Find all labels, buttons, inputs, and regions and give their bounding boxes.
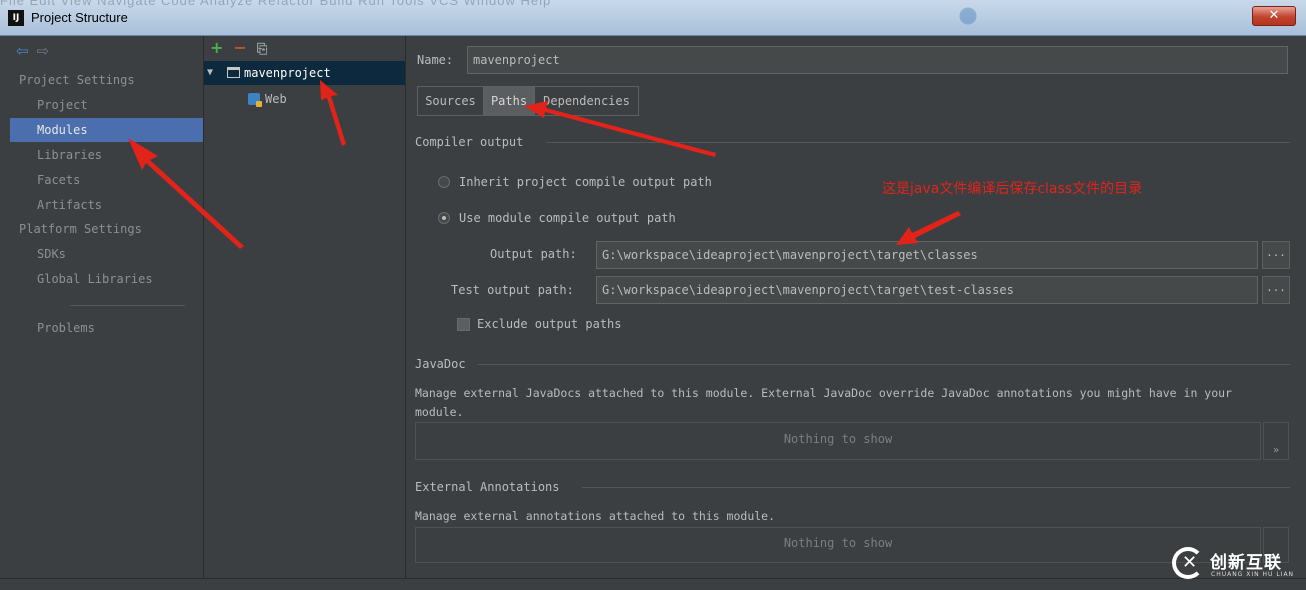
nav-item-facets[interactable]: Facets: [10, 168, 203, 192]
tree-item-mavenproject[interactable]: ▼ mavenproject: [204, 61, 405, 85]
test-output-path-label: Test output path:: [451, 283, 574, 297]
logo-x-icon: ✕: [1182, 552, 1198, 573]
bottom-edge: [0, 578, 1306, 590]
platform-settings-header: Platform Settings: [19, 222, 142, 236]
watermark-en: CHUANG XIN HU LIAN: [1211, 571, 1295, 578]
add-icon[interactable]: +: [210, 38, 223, 57]
nav-separator: [70, 305, 185, 306]
test-output-path-input[interactable]: G:\workspace\ideaproject\mavenproject\ta…: [596, 276, 1258, 304]
nav-item-artifacts[interactable]: Artifacts: [10, 193, 203, 217]
background-blur: [958, 4, 1238, 32]
tab-sources[interactable]: Sources: [417, 86, 484, 116]
output-path-input[interactable]: G:\workspace\ideaproject\mavenproject\ta…: [596, 241, 1258, 269]
inherit-output-radio[interactable]: [438, 176, 450, 188]
external-annotations-description: Manage external annotations attached to …: [415, 509, 776, 523]
tree-item-label: mavenproject: [244, 66, 331, 80]
exclude-output-label: Exclude output paths: [477, 317, 622, 331]
tree-item-label: Web: [265, 92, 287, 106]
module-name-input[interactable]: mavenproject: [467, 46, 1288, 74]
test-output-path-browse-button[interactable]: ...: [1262, 276, 1290, 304]
javadoc-title: JavaDoc: [415, 357, 466, 371]
window-title: Project Structure: [31, 10, 128, 25]
nav-item-problems[interactable]: Problems: [10, 316, 203, 340]
external-annotations-list[interactable]: Nothing to show: [415, 527, 1261, 563]
project-settings-header: Project Settings: [19, 73, 135, 87]
tab-dependencies[interactable]: Dependencies: [534, 86, 639, 116]
nav-item-modules[interactable]: Modules: [10, 118, 203, 142]
exclude-output-checkbox[interactable]: [457, 318, 470, 331]
javadoc-list[interactable]: Nothing to show: [415, 422, 1261, 460]
watermark-logo: ✕ 创新互联 CHUANG XIN HU LIAN: [1170, 544, 1302, 584]
use-module-output-radio[interactable]: [438, 212, 450, 224]
forward-arrow-icon[interactable]: ⇨: [37, 42, 50, 60]
nav-item-global-libraries[interactable]: Global Libraries: [10, 267, 203, 291]
inherit-output-label: Inherit project compile output path: [459, 175, 712, 189]
back-arrow-icon[interactable]: ⇦: [16, 42, 29, 60]
javadoc-description: Manage external JavaDocs attached to thi…: [415, 386, 1232, 400]
tree-item-web[interactable]: Web: [204, 87, 405, 111]
settings-nav: ⇦ ⇨ Project Settings Project Modules Libr…: [10, 36, 204, 578]
expand-icon[interactable]: ▼: [207, 61, 213, 85]
module-folder-icon: [227, 67, 240, 78]
section-divider: [546, 142, 1290, 143]
title-bar: File Edit View Navigate Code Analyze Ref…: [0, 0, 1306, 36]
menubar-ghost: File Edit View Navigate Code Analyze Ref…: [0, 0, 552, 8]
use-module-output-label: Use module compile output path: [459, 211, 676, 225]
output-path-label: Output path:: [490, 247, 577, 261]
section-divider: [478, 364, 1290, 365]
nav-item-project[interactable]: Project: [10, 93, 203, 117]
section-divider: [582, 487, 1290, 488]
close-button[interactable]: ✕: [1252, 6, 1296, 26]
web-facet-icon: [248, 93, 262, 107]
javadoc-description-cont: module.: [415, 405, 464, 419]
tree-toolbar: + − ⎘: [210, 38, 267, 57]
history-nav: ⇦ ⇨: [16, 42, 57, 60]
name-label: Name:: [417, 53, 454, 67]
annotation-text: 这是java文件编译后保存class文件的目录: [882, 181, 1143, 197]
nav-item-sdks[interactable]: SDKs: [10, 242, 203, 266]
watermark-cn: 创新互联: [1210, 553, 1282, 573]
copy-icon[interactable]: ⎘: [257, 42, 267, 57]
nav-item-libraries[interactable]: Libraries: [10, 143, 203, 167]
intellij-app-icon: IJ: [8, 10, 24, 26]
javadoc-more-button[interactable]: »: [1263, 422, 1289, 460]
tab-paths[interactable]: Paths: [484, 86, 534, 116]
module-details: Name: mavenproject Sources Paths Depende…: [406, 36, 1300, 578]
output-path-browse-button[interactable]: ...: [1262, 241, 1290, 269]
compiler-output-title: Compiler output: [415, 135, 524, 149]
remove-icon[interactable]: −: [233, 38, 246, 57]
external-annotations-title: External Annotations: [415, 480, 560, 494]
module-tree: + − ⎘ ▼ mavenproject Web: [204, 36, 406, 578]
